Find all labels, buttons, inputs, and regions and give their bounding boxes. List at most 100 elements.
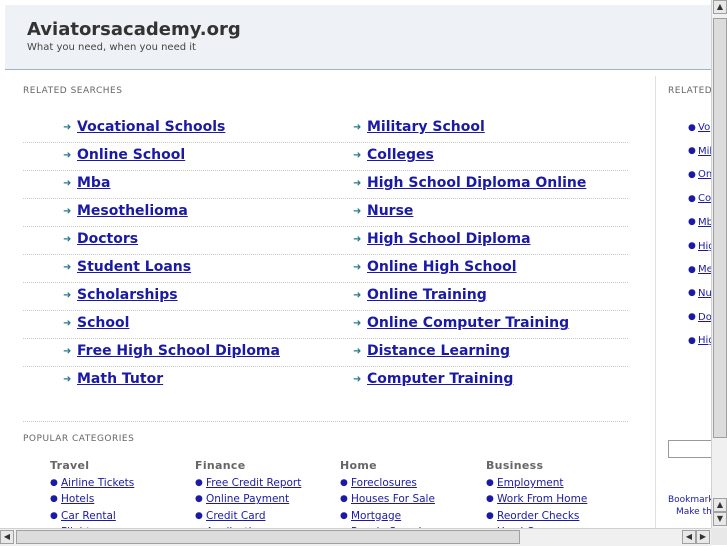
category-link[interactable]: Online Payment xyxy=(206,491,289,507)
category-link[interactable]: Foreclosures xyxy=(351,475,417,491)
category-link[interactable]: Car Rental xyxy=(61,508,116,524)
bullet-icon: ● xyxy=(688,312,696,323)
side-related-link[interactable]: Me xyxy=(698,264,711,275)
category-item: ● Car Rental xyxy=(50,508,190,524)
scroll-right-icon[interactable]: ▶ xyxy=(696,530,710,544)
related-search-link[interactable]: Distance Learning xyxy=(367,343,510,359)
related-search-link[interactable]: Doctors xyxy=(77,231,138,247)
arrow-right-icon: ➜ xyxy=(353,177,362,189)
related-search-link[interactable]: Scholarships xyxy=(77,287,178,303)
related-search-link[interactable]: Math Tutor xyxy=(77,371,163,387)
related-search-link[interactable]: Online High School xyxy=(367,259,517,275)
side-related-item: ●Mb xyxy=(688,217,711,228)
vertical-scroll-thumb[interactable] xyxy=(713,18,727,438)
related-search-link[interactable]: Mesothelioma xyxy=(77,203,188,219)
scroll-left-icon[interactable]: ◀ xyxy=(682,530,696,544)
horizontal-scroll-thumb[interactable] xyxy=(16,530,520,544)
related-row: ➜ Scholarships ➜ Online Training xyxy=(23,284,628,311)
side-related-link[interactable]: Nu xyxy=(698,288,711,299)
arrow-right-icon: ➜ xyxy=(63,149,72,161)
related-row: ➜ Doctors ➜ High School Diploma xyxy=(23,228,628,255)
related-searches-label: RELATED SEARCHES xyxy=(23,86,123,96)
vertical-scrollbar[interactable]: ▲ ▲ ▼ xyxy=(711,0,727,528)
scroll-up-icon[interactable]: ▲ xyxy=(713,0,727,14)
related-search-link[interactable]: School xyxy=(77,315,129,331)
related-search-link[interactable]: Mba xyxy=(77,175,110,191)
category-column: Home ● Foreclosures ● Houses For Sale ● Mortga… xyxy=(340,459,480,528)
category-item: ● Work From Home xyxy=(486,491,626,507)
category-link[interactable]: Employment xyxy=(497,475,564,491)
category-link[interactable]: Mortgage xyxy=(351,508,401,524)
side-related-item: ●Hig xyxy=(688,241,711,252)
side-related-item: ●Hig xyxy=(688,335,711,346)
category-item: ● Credit Card xyxy=(195,508,335,524)
category-link[interactable]: Hotels xyxy=(61,491,94,507)
arrow-right-icon: ➜ xyxy=(353,149,362,161)
category-link[interactable]: Free Credit Report xyxy=(206,475,301,491)
bullet-icon: ● xyxy=(688,288,696,299)
related-row: ➜ Mesothelioma ➜ Nurse xyxy=(23,200,628,227)
related-search-link[interactable]: Vocational Schools xyxy=(77,119,225,135)
side-related-link[interactable]: Vo xyxy=(698,122,710,133)
bullet-icon: ● xyxy=(195,478,203,488)
related-search-link[interactable]: Online Computer Training xyxy=(367,315,569,331)
category-heading: Finance xyxy=(195,459,246,472)
related-search-link[interactable]: High School Diploma xyxy=(367,231,531,247)
bullet-icon: ● xyxy=(340,478,348,488)
side-related-link[interactable]: Do xyxy=(698,312,711,323)
side-related-link[interactable]: Co xyxy=(698,193,711,204)
side-related-link[interactable]: Hig xyxy=(698,335,711,346)
make-homepage-link[interactable]: Make thi xyxy=(676,507,711,517)
arrow-right-icon: ➜ xyxy=(353,345,362,357)
related-row: ➜ Math Tutor ➜ Computer Training xyxy=(23,368,628,394)
scroll-down-icon[interactable]: ▼ xyxy=(713,512,727,526)
category-link[interactable]: Reorder Checks xyxy=(497,508,579,524)
related-item: ➜ High School Diploma Online xyxy=(353,175,586,191)
side-related-item: ● Nu xyxy=(688,288,711,299)
related-search-link[interactable]: Online School xyxy=(77,147,185,163)
related-search-link[interactable]: Free High School Diploma xyxy=(77,343,280,359)
scroll-left-icon[interactable]: ◀ xyxy=(0,530,14,544)
bullet-icon: ● xyxy=(688,146,696,157)
related-search-link[interactable]: Nurse xyxy=(367,203,413,219)
arrow-right-icon: ➜ xyxy=(353,121,362,133)
main-panel: RELATED SEARCHES ➜ Vocational Schools ➜ Mil… xyxy=(5,76,655,528)
bullet-icon: ● xyxy=(688,264,696,275)
related-item: ➜ Online Training xyxy=(353,287,487,303)
side-related-link[interactable]: On xyxy=(698,169,711,180)
related-search-link[interactable]: Online Training xyxy=(367,287,487,303)
related-item: ➜ Military School xyxy=(353,119,485,135)
bookmark-link[interactable]: Bookmark xyxy=(668,495,711,505)
category-link[interactable]: Houses For Sale xyxy=(351,491,435,507)
bullet-icon: ● xyxy=(486,478,494,488)
site-tagline: What you need, when you need it xyxy=(27,42,196,53)
category-link[interactable]: Airline Tickets xyxy=(61,475,134,491)
horizontal-scrollbar[interactable]: ◀ ◀ ▶ xyxy=(0,528,711,546)
related-item: ➜ Math Tutor xyxy=(63,371,163,387)
related-item: ➜ Mesothelioma xyxy=(63,203,188,219)
category-item: ● Airline Tickets xyxy=(50,475,190,491)
related-row: ➜ Free High School Diploma ➜ Distance Learn… xyxy=(23,340,628,367)
side-related-link[interactable]: Hig xyxy=(698,241,711,252)
category-link[interactable]: Work From Home xyxy=(497,491,587,507)
site-title[interactable]: Aviatorsacademy.org xyxy=(27,19,241,40)
category-item: ● Mortgage xyxy=(340,508,480,524)
side-related-item: ● Mil xyxy=(688,146,711,157)
side-related-item: ● Co xyxy=(688,193,711,204)
side-search-input[interactable] xyxy=(668,440,711,458)
related-search-link[interactable]: Colleges xyxy=(367,147,434,163)
bullet-icon: ● xyxy=(688,217,696,228)
side-related-link[interactable]: Mil xyxy=(698,146,711,157)
related-search-link[interactable]: Computer Training xyxy=(367,371,513,387)
side-related-link[interactable]: Mb xyxy=(698,217,711,228)
related-search-link[interactable]: High School Diploma Online xyxy=(367,175,586,191)
related-search-link[interactable]: Military School xyxy=(367,119,485,135)
category-link[interactable]: Credit Card xyxy=(206,508,265,524)
related-search-link[interactable]: Student Loans xyxy=(77,259,191,275)
side-related-item: ● On xyxy=(688,169,711,180)
arrow-right-icon: ➜ xyxy=(63,345,72,357)
scroll-up-icon[interactable]: ▲ xyxy=(713,498,727,512)
related-item: ➜ Computer Training xyxy=(353,371,513,387)
arrow-right-icon: ➜ xyxy=(63,261,72,273)
related-item: ➜ Vocational Schools xyxy=(63,119,225,135)
